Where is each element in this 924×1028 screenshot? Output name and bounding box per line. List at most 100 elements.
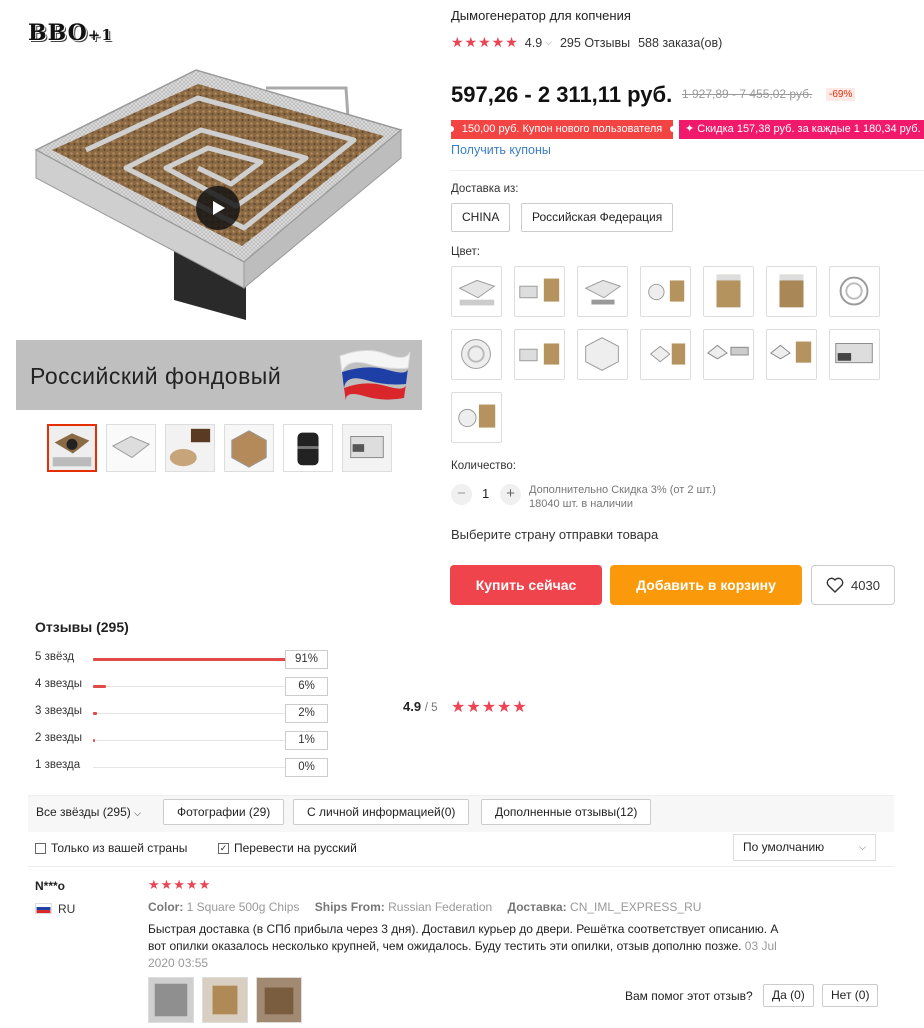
histogram-percent: 0% [285,758,328,777]
histogram-label: 1 звезда [35,759,81,771]
color-swatch[interactable] [703,266,754,317]
reviewer-country: RU [58,902,76,916]
wishlist-button[interactable]: 4030 [811,565,895,605]
add-to-cart-button[interactable]: Добавить в корзину [610,565,802,605]
old-price: 1 927,89 - 7 455,02 руб. [682,87,813,101]
buy-now-button[interactable]: Купить сейчас [450,565,602,605]
color-swatch[interactable] [703,329,754,380]
review-images [148,977,302,1023]
checkbox-unchecked-icon [35,842,46,854]
score-out-of: / 5 [424,702,438,714]
color-meta-value: 1 Square 500g Chips [186,900,300,914]
histogram-bar [93,658,308,661]
translate-checkbox[interactable]: ✓ Перевести на русский [218,841,357,855]
rating-value: 4.9 [524,35,543,50]
heart-icon [826,577,844,593]
discount-badge: -69% [826,88,856,101]
banner-text: Российский фондовый [30,363,282,389]
thumbnail[interactable] [106,424,156,472]
color-swatch[interactable] [766,329,817,380]
reviews-count-link[interactable]: 295 Отзывы [560,36,630,50]
color-swatch[interactable] [514,329,565,380]
color-swatch[interactable] [577,329,628,380]
chevron-down-icon: ⌵ [134,808,141,818]
histogram-row[interactable]: 1 звезда 0% [35,758,335,777]
helpful-yes-button[interactable]: Да (0) [763,984,814,1007]
histogram-label: 4 звезды [35,678,82,690]
personal-info-filter-button[interactable]: С личной информацией(0) [293,799,470,825]
color-meta-label: Color: [148,900,184,914]
color-swatch[interactable] [640,266,691,317]
score-value: 4.9 [403,699,422,714]
reviewer-name: N***o [35,879,66,893]
histogram-label: 3 звезды [35,705,82,717]
color-swatch[interactable] [514,266,565,317]
ship-from-russia-option[interactable]: Российская Федерация [521,203,674,232]
color-swatch[interactable] [766,266,817,317]
color-swatch[interactable] [829,266,880,317]
get-coupons-link[interactable]: Получить купоны [451,143,551,157]
checkbox-label: Перевести на русский [234,841,357,855]
thumbnail-strip [47,424,392,472]
stock-note: 18040 шт. в наличии [529,498,634,510]
histogram-row[interactable]: 2 звезды 1% [35,731,335,750]
only-my-country-checkbox[interactable]: Только из вашей страны [35,841,187,855]
play-icon [213,201,225,215]
color-swatch[interactable] [451,392,502,443]
histogram-bar [93,767,308,768]
review-image[interactable] [202,977,248,1023]
chevron-down-icon[interactable]: ⌵ [545,37,552,48]
ships-meta-label: Ships From: [314,900,385,914]
histogram-row[interactable]: 3 звезды 2% [35,704,335,723]
thumbnail[interactable] [342,424,392,472]
photos-filter-button[interactable]: Фотографии (29) [163,799,285,825]
histogram-fill [93,712,98,715]
average-score: 4.9 / 5 [403,699,438,714]
quantity-label: Количество: [451,460,516,472]
quantity-note: Дополнительно Скидка 3% (от 2 шт.) 18040… [529,483,716,511]
thumbnail[interactable] [47,424,97,472]
reviews-title: Отзывы (295) [35,619,129,635]
color-swatch[interactable] [577,266,628,317]
color-swatch[interactable] [640,329,691,380]
color-swatches [451,266,891,443]
histogram-row[interactable]: 4 звезды 6% [35,677,335,696]
store-discount-coupon[interactable]: ✦ Скидка 157,38 руб. за каждые 1 180,34 … [679,120,924,139]
helpful-prompt: Вам помог этот отзыв? [625,989,753,1003]
quantity-increase-button[interactable]: + [500,484,521,505]
all-stars-filter[interactable]: Все звёзды (295) ⌵ [36,805,141,819]
quantity-decrease-button[interactable]: − [451,484,472,505]
review-image[interactable] [256,977,302,1023]
histogram-bar [93,685,308,688]
helpful-no-button[interactable]: Нет (0) [822,984,879,1007]
review-meta: Color: 1 Square 500g Chips Ships From: R… [148,900,701,914]
all-stars-label: Все звёзды (295) [36,805,131,819]
rating-stars-icon: ★★★★★ [451,34,519,50]
sort-value: По умолчанию [743,840,825,854]
histogram-percent: 91% [285,650,328,669]
play-video-button[interactable] [196,186,240,230]
color-swatch[interactable] [451,266,502,317]
additional-reviews-filter-button[interactable]: Дополненные отзывы(12) [481,799,652,825]
review-image[interactable] [148,977,194,1023]
chevron-down-icon: ⌵ [859,842,866,852]
thumbnail[interactable] [283,424,333,472]
histogram-label: 5 звёзд [35,651,75,663]
quantity-value[interactable]: 1 [482,486,489,501]
ships-meta-value: Russian Federation [388,900,493,914]
color-label: Цвет: [451,246,480,258]
color-swatch[interactable] [829,329,880,380]
thumbnail[interactable] [224,424,274,472]
sort-select[interactable]: По умолчанию ⌵ [733,834,876,861]
histogram-label: 2 звезды [35,732,82,744]
color-swatch[interactable] [451,329,502,380]
histogram-percent: 2% [285,704,328,723]
new-user-coupon[interactable]: 150,00 руб. Купон нового пользователя [448,120,676,139]
checkbox-label: Только из вашей страны [51,841,188,855]
ship-from-china-option[interactable]: CHINA [451,203,511,232]
average-stars-icon: ★★★★★ [451,699,528,716]
divider [28,866,894,867]
thumbnail[interactable] [165,424,215,472]
bulk-discount-note: Дополнительно Скидка 3% (от 2 шт.) [529,484,716,496]
histogram-row[interactable]: 5 звёзд 91% [35,650,335,669]
